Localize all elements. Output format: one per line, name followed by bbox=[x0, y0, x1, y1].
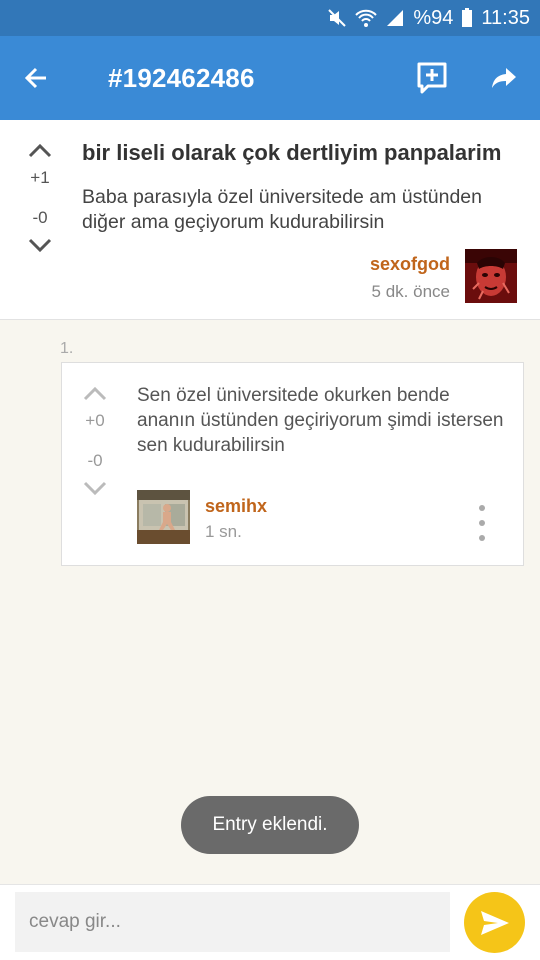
entry-time: 1 sn. bbox=[205, 522, 242, 541]
upvote-count: +1 bbox=[30, 168, 50, 187]
upvote-icon[interactable] bbox=[28, 142, 52, 158]
entry-number: 1. bbox=[60, 340, 74, 357]
more-dot bbox=[479, 520, 485, 526]
clock: 11:35 bbox=[481, 6, 530, 29]
back-arrow-icon bbox=[24, 67, 46, 89]
battery-percentage: %94 bbox=[413, 6, 454, 29]
entry-author[interactable]: semihx bbox=[205, 496, 267, 517]
downvote-icon[interactable] bbox=[28, 238, 52, 254]
page-title: #192462486 bbox=[108, 62, 255, 93]
downvote-count: -0 bbox=[32, 208, 48, 227]
more-options-icon[interactable] bbox=[470, 505, 494, 541]
add-entry-button[interactable] bbox=[396, 36, 468, 120]
send-button[interactable] bbox=[464, 892, 525, 953]
status-bar: %94 11:35 bbox=[0, 0, 540, 36]
mute-icon bbox=[327, 8, 347, 28]
entry-body: Sen özel üniversitede okurken bende anan… bbox=[137, 385, 504, 456]
share-button[interactable] bbox=[468, 36, 540, 120]
topic-time: 5 dk. önce bbox=[371, 282, 450, 301]
downvote-count: -0 bbox=[87, 451, 103, 470]
topic-vote-column: +1 -0 bbox=[20, 142, 60, 254]
topic-author-avatar[interactable] bbox=[465, 249, 517, 303]
share-icon bbox=[492, 68, 516, 88]
send-icon bbox=[480, 910, 509, 935]
topic-author[interactable]: sexofgod bbox=[370, 254, 450, 275]
topic-title: bir liseli olarak çok dertliyim panpalar… bbox=[82, 140, 502, 165]
downvote-icon[interactable] bbox=[83, 481, 107, 497]
entry-author-avatar[interactable] bbox=[137, 490, 190, 544]
more-dot bbox=[479, 505, 485, 511]
wifi-icon bbox=[355, 8, 378, 28]
app-bar: #192462486 bbox=[0, 36, 540, 120]
battery-icon bbox=[461, 8, 473, 28]
back-button[interactable] bbox=[0, 36, 72, 120]
upvote-count: +0 bbox=[85, 411, 105, 430]
topic-body: Baba parasıyla özel üniversitede am üstü… bbox=[82, 186, 482, 233]
more-dot bbox=[479, 535, 485, 541]
reply-input[interactable] bbox=[15, 892, 450, 952]
upvote-icon[interactable] bbox=[83, 385, 107, 401]
add-comment-icon bbox=[417, 62, 447, 94]
entry-vote-column: +0 -0 bbox=[75, 385, 115, 497]
signal-icon bbox=[385, 8, 405, 28]
toast-message: Entry eklendi. bbox=[181, 796, 359, 854]
